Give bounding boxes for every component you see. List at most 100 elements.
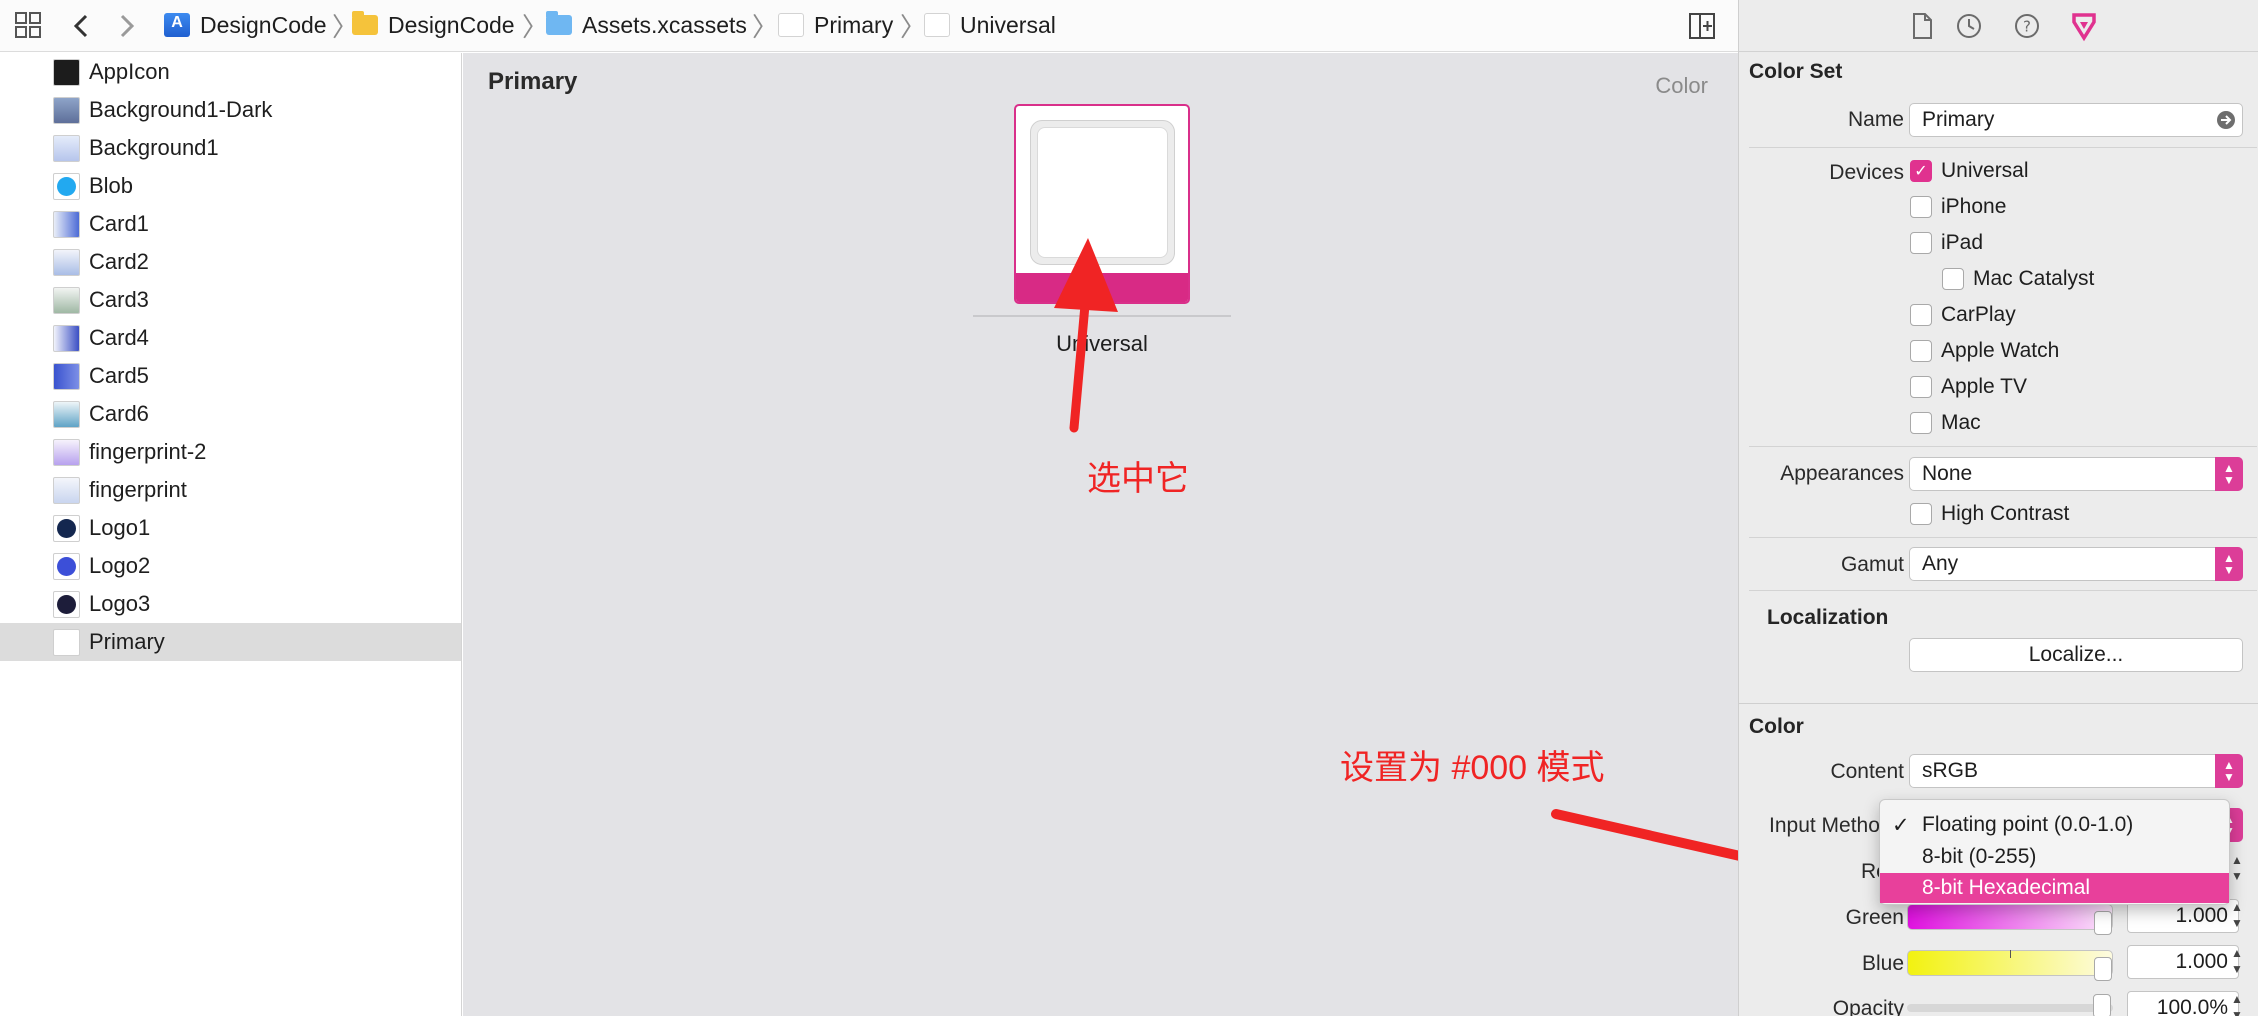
breadcrumb-group[interactable]: DesignCode [352, 0, 515, 50]
list-item[interactable]: Card5 [0, 357, 461, 395]
image-thumbnail [53, 286, 80, 314]
menu-item-8-bit-hexadecimal[interactable]: 8-bit Hexadecimal [1880, 873, 2229, 903]
apple-watch-checkbox[interactable] [1910, 340, 1932, 362]
content-label: Content [1830, 760, 1904, 783]
list-item-selected[interactable]: Primary [0, 623, 461, 661]
apple-watch-label: Apple Watch [1941, 339, 2060, 362]
name-label: Name [1847, 108, 1904, 131]
app-icon-thumbnail [53, 58, 80, 86]
list-item-label: Card3 [89, 287, 149, 312]
list-item-label: Logo1 [89, 515, 151, 540]
iphone-label: iPhone [1941, 195, 2007, 218]
divider [1749, 590, 2257, 591]
breadcrumb-appearance[interactable]: Universal [924, 0, 1056, 50]
opacity-stepper[interactable]: ▲ ▼ [2229, 991, 2245, 1016]
high-contrast-checkbox[interactable] [1910, 503, 1932, 525]
ipad-checkbox[interactable] [1910, 232, 1932, 254]
blue-slider-knob[interactable] [2094, 957, 2112, 981]
list-item-label: Blob [89, 173, 134, 198]
list-item[interactable]: Logo2 [0, 547, 461, 585]
go-arrow-icon[interactable] [2216, 110, 2236, 136]
list-item[interactable]: Logo3 [0, 585, 461, 623]
green-slider[interactable] [1907, 904, 2113, 935]
carplay-checkbox[interactable] [1910, 304, 1932, 326]
appearances-popup[interactable]: None ▲ ▼ [1909, 457, 2243, 491]
file-inspector-icon[interactable] [1909, 12, 1937, 40]
list-item[interactable]: Blob [0, 167, 461, 205]
attributes-inspector-icon[interactable] [2069, 12, 2097, 42]
back-chevron-icon[interactable] [72, 0, 90, 52]
add-editor-icon[interactable] [1688, 0, 1716, 52]
color-set-icon [778, 13, 804, 37]
menu-item-8-bit[interactable]: 8-bit (0-255) [1880, 842, 2229, 872]
slider-tick [2010, 950, 2011, 958]
mac-checkbox[interactable] [1910, 412, 1932, 434]
menu-item-floating-point[interactable]: ✓ Floating point (0.0-1.0) [1880, 810, 2229, 840]
green-label: Green [1845, 906, 1904, 929]
mac-catalyst-checkbox[interactable] [1942, 268, 1964, 290]
related-items-icon[interactable] [14, 0, 44, 52]
localization-header: Localization [1767, 606, 1889, 629]
blue-stepper[interactable]: ▲ ▼ [2229, 945, 2245, 979]
list-item-label: Logo3 [89, 591, 151, 616]
blue-value-field[interactable]: 1.000 [2127, 945, 2239, 979]
list-item[interactable]: Card3 [0, 281, 461, 319]
color-icon [924, 13, 950, 37]
gamut-label: Gamut [1840, 553, 1904, 576]
gamut-popup[interactable]: Any ▲ ▼ [1909, 547, 2243, 581]
list-item[interactable]: AppIcon [0, 53, 461, 91]
checkmark-icon: ✓ [1892, 813, 1910, 837]
asset-catalog-icon [546, 11, 572, 35]
asset-editor-canvas: Primary Color Universal 选中它 [463, 53, 1738, 1016]
history-inspector-icon[interactable] [1955, 12, 1983, 40]
list-item[interactable]: Card1 [0, 205, 461, 243]
green-slider-knob[interactable] [2094, 911, 2112, 935]
breadcrumb-separator: 〉 [522, 11, 549, 42]
gamut-value: Any [1922, 552, 1959, 575]
popup-chevrons-icon: ▲▼ [2215, 457, 2243, 491]
list-item[interactable]: fingerprint-2 [0, 433, 461, 471]
blue-slider[interactable] [1907, 950, 2113, 981]
breadcrumb-asset-catalog[interactable]: Assets.xcassets [546, 0, 747, 50]
breadcrumb-color-set[interactable]: Primary [778, 0, 893, 50]
content-popup[interactable]: sRGB ▲ ▼ [1909, 754, 2243, 788]
opacity-slider[interactable] [1907, 994, 2113, 1016]
image-thumbnail [53, 324, 80, 352]
breadcrumb-label: DesignCode [388, 11, 515, 38]
green-stepper[interactable]: ▲ ▼ [2229, 899, 2245, 933]
annotation-select-it: 选中它 [1087, 460, 1189, 498]
breadcrumb-project[interactable]: DesignCode [164, 0, 327, 50]
image-thumbnail [53, 552, 80, 580]
input-method-label: Input Metho [1769, 814, 1880, 837]
input-method-menu: ✓ Floating point (0.0-1.0) 8-bit (0-255)… [1879, 799, 2230, 905]
list-item[interactable]: Card2 [0, 243, 461, 281]
list-item[interactable]: Background1-Dark [0, 91, 461, 129]
list-item[interactable]: Background1 [0, 129, 461, 167]
inspector-tab-bar: ? [1739, 0, 2258, 52]
color-set-header: Color Set [1749, 60, 1843, 83]
image-thumbnail [53, 476, 80, 504]
list-item[interactable]: Logo1 [0, 509, 461, 547]
forward-chevron-icon[interactable] [118, 0, 136, 52]
help-inspector-icon[interactable]: ? [2013, 12, 2041, 40]
list-item-label: Card6 [89, 401, 149, 426]
list-item[interactable]: Card4 [0, 319, 461, 357]
list-item-label: fingerprint [89, 477, 187, 502]
appearances-value: None [1922, 462, 1973, 485]
list-item-label: Background1 [89, 135, 219, 160]
name-field[interactable]: Primary [1909, 103, 2243, 137]
universal-label: Universal [1941, 159, 2029, 182]
list-item-label: Card2 [89, 249, 149, 274]
breadcrumb-label: Universal [960, 11, 1056, 38]
iphone-checkbox[interactable] [1910, 196, 1932, 218]
localize-button[interactable]: Localize... [1909, 638, 2243, 672]
image-thumbnail [53, 400, 80, 428]
apple-tv-checkbox[interactable] [1910, 376, 1932, 398]
opacity-value-field[interactable]: 100.0% [2127, 991, 2239, 1016]
list-item[interactable]: Card6 [0, 395, 461, 433]
opacity-slider-knob[interactable] [2093, 994, 2111, 1016]
universal-checkbox[interactable]: ✓ [1910, 160, 1932, 182]
red-stepper[interactable]: ▲ ▼ [2229, 852, 2245, 886]
list-item[interactable]: fingerprint [0, 471, 461, 509]
svg-text:?: ? [2023, 18, 2031, 36]
